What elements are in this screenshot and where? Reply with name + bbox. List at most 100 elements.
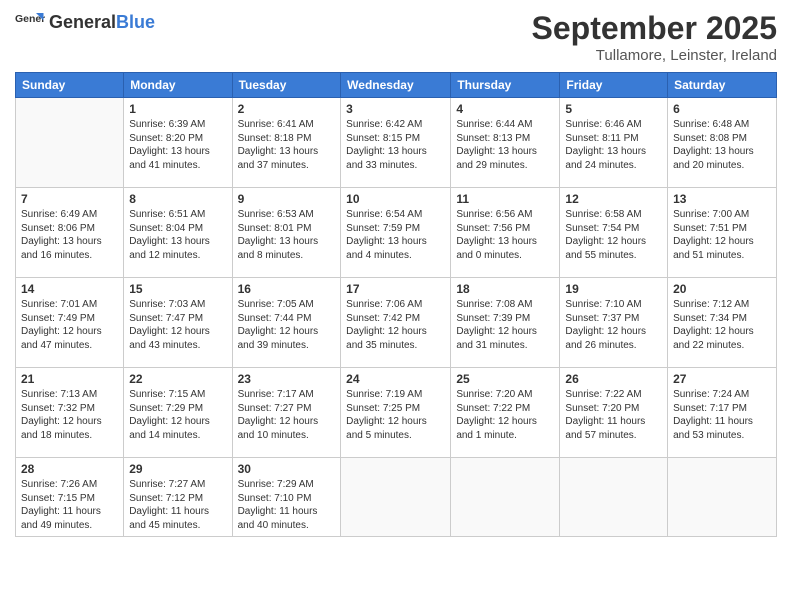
day-number: 5 [565,102,662,116]
calendar-cell [451,458,560,537]
day-info: Sunrise: 6:53 AM Sunset: 8:01 PM Dayligh… [238,208,336,262]
logo-general: General [49,12,116,32]
calendar-cell [16,98,124,188]
day-number: 3 [346,102,445,116]
logo: General GeneralBlue [15,10,155,34]
calendar-cell: 10 Sunrise: 6:54 AM Sunset: 7:59 PM Dayli… [341,188,451,278]
day-info: Sunrise: 7:20 AM Sunset: 7:22 PM Dayligh… [456,388,554,442]
day-info: Sunrise: 7:05 AM Sunset: 7:44 PM Dayligh… [238,298,336,352]
week-row-3: 14Sunrise: 7:01 AM Sunset: 7:49 PM Dayli… [16,278,777,368]
day-info: Sunrise: 7:10 AM Sunset: 7:37 PM Dayligh… [565,298,662,352]
day-info: Sunrise: 6:54 AM Sunset: 7:59 PM Dayligh… [346,208,445,262]
day-info: Sunrise: 7:12 AM Sunset: 7:34 PM Dayligh… [673,298,771,352]
day-info: Sunrise: 7:26 AM Sunset: 7:15 PM Dayligh… [21,478,118,532]
col-friday: Friday [560,73,668,98]
week-row-1: 1Sunrise: 6:39 AM Sunset: 8:20 PM Daylig… [16,98,777,188]
calendar-cell: 27 Sunrise: 7:24 AM Sunset: 7:17 PM Dayli… [668,368,777,458]
day-info: Sunrise: 6:46 AM Sunset: 8:11 PM Dayligh… [565,118,662,172]
calendar-cell: 17 Sunrise: 7:06 AM Sunset: 7:42 PM Dayli… [341,278,451,368]
day-info: Sunrise: 6:51 AM Sunset: 8:04 PM Dayligh… [129,208,226,262]
calendar-cell: 11 Sunrise: 6:56 AM Sunset: 7:56 PM Dayli… [451,188,560,278]
calendar-cell: 23 Sunrise: 7:17 AM Sunset: 7:27 PM Dayli… [232,368,341,458]
day-number: 25 [456,372,554,386]
day-info: Sunrise: 7:06 AM Sunset: 7:42 PM Dayligh… [346,298,445,352]
day-number: 21 [21,372,118,386]
col-tuesday: Tuesday [232,73,341,98]
day-info: Sunrise: 7:24 AM Sunset: 7:17 PM Dayligh… [673,388,771,442]
col-monday: Monday [124,73,232,98]
calendar-cell: 26 Sunrise: 7:22 AM Sunset: 7:20 PM Dayli… [560,368,668,458]
day-info: Sunrise: 7:13 AM Sunset: 7:32 PM Dayligh… [21,388,118,442]
day-number: 18 [456,282,554,296]
calendar-cell: 9 Sunrise: 6:53 AM Sunset: 8:01 PM Daylig… [232,188,341,278]
day-number: 23 [238,372,336,386]
week-row-5: 28 Sunrise: 7:26 AM Sunset: 7:15 PM Dayli… [16,458,777,537]
day-number: 7 [21,192,118,206]
day-number: 12 [565,192,662,206]
day-info: Sunrise: 7:00 AM Sunset: 7:51 PM Dayligh… [673,208,771,262]
day-number: 26 [565,372,662,386]
week-row-4: 21 Sunrise: 7:13 AM Sunset: 7:32 PM Dayli… [16,368,777,458]
col-saturday: Saturday [668,73,777,98]
header: General GeneralBlue September 2025 Tulla… [15,10,777,64]
day-info: Sunrise: 7:08 AM Sunset: 7:39 PM Dayligh… [456,298,554,352]
day-number: 22 [129,372,226,386]
calendar-cell: 20 Sunrise: 7:12 AM Sunset: 7:34 PM Dayli… [668,278,777,368]
day-info: Sunrise: 6:39 AM Sunset: 8:20 PM Dayligh… [129,118,226,172]
day-number: 8 [129,192,226,206]
calendar-cell: 19 Sunrise: 7:10 AM Sunset: 7:37 PM Dayli… [560,278,668,368]
day-info: Sunrise: 7:19 AM Sunset: 7:25 PM Dayligh… [346,388,445,442]
calendar-header-row: Sunday Monday Tuesday Wednesday Thursday… [16,73,777,98]
day-info: Sunrise: 6:42 AM Sunset: 8:15 PM Dayligh… [346,118,445,172]
calendar-cell [668,458,777,537]
day-info: Sunrise: 7:15 AM Sunset: 7:29 PM Dayligh… [129,388,226,442]
calendar-cell: 2 Sunrise: 6:41 AM Sunset: 8:18 PM Daylig… [232,98,341,188]
day-info: Sunrise: 6:56 AM Sunset: 7:56 PM Dayligh… [456,208,554,262]
day-number: 20 [673,282,771,296]
calendar-cell: 1Sunrise: 6:39 AM Sunset: 8:20 PM Daylig… [124,98,232,188]
day-number: 6 [673,102,771,116]
calendar-cell: 29Sunrise: 7:27 AM Sunset: 7:12 PM Dayli… [124,458,232,537]
calendar-cell: 28 Sunrise: 7:26 AM Sunset: 7:15 PM Dayli… [16,458,124,537]
day-number: 11 [456,192,554,206]
day-info: Sunrise: 7:03 AM Sunset: 7:47 PM Dayligh… [129,298,226,352]
day-info: Sunrise: 6:58 AM Sunset: 7:54 PM Dayligh… [565,208,662,262]
day-number: 9 [238,192,336,206]
calendar-cell: 8 Sunrise: 6:51 AM Sunset: 8:04 PM Daylig… [124,188,232,278]
calendar-cell: 4Sunrise: 6:44 AM Sunset: 8:13 PM Daylig… [451,98,560,188]
title-block: September 2025 Tullamore, Leinster, Irel… [532,10,777,64]
calendar-cell: 16Sunrise: 7:05 AM Sunset: 7:44 PM Dayli… [232,278,341,368]
calendar-cell: 3 Sunrise: 6:42 AM Sunset: 8:15 PM Daylig… [341,98,451,188]
calendar-cell: 30Sunrise: 7:29 AM Sunset: 7:10 PM Dayli… [232,458,341,537]
day-number: 10 [346,192,445,206]
col-thursday: Thursday [451,73,560,98]
calendar-cell: 24 Sunrise: 7:19 AM Sunset: 7:25 PM Dayli… [341,368,451,458]
day-number: 13 [673,192,771,206]
day-number: 27 [673,372,771,386]
day-number: 14 [21,282,118,296]
col-wednesday: Wednesday [341,73,451,98]
day-info: Sunrise: 6:41 AM Sunset: 8:18 PM Dayligh… [238,118,336,172]
calendar-cell: 18 Sunrise: 7:08 AM Sunset: 7:39 PM Dayli… [451,278,560,368]
day-info: Sunrise: 7:22 AM Sunset: 7:20 PM Dayligh… [565,388,662,442]
calendar-cell: 6Sunrise: 6:48 AM Sunset: 8:08 PM Daylig… [668,98,777,188]
day-number: 2 [238,102,336,116]
col-sunday: Sunday [16,73,124,98]
calendar-cell: 14Sunrise: 7:01 AM Sunset: 7:49 PM Dayli… [16,278,124,368]
day-info: Sunrise: 7:17 AM Sunset: 7:27 PM Dayligh… [238,388,336,442]
day-number: 24 [346,372,445,386]
calendar-cell: 13 Sunrise: 7:00 AM Sunset: 7:51 PM Dayli… [668,188,777,278]
calendar-cell: 12 Sunrise: 6:58 AM Sunset: 7:54 PM Dayli… [560,188,668,278]
calendar-cell [341,458,451,537]
calendar-cell [560,458,668,537]
calendar-table: Sunday Monday Tuesday Wednesday Thursday… [15,72,777,537]
day-number: 17 [346,282,445,296]
day-number: 4 [456,102,554,116]
day-number: 28 [21,462,118,476]
day-number: 19 [565,282,662,296]
calendar-cell: 5 Sunrise: 6:46 AM Sunset: 8:11 PM Daylig… [560,98,668,188]
calendar-cell: 22 Sunrise: 7:15 AM Sunset: 7:29 PM Dayli… [124,368,232,458]
calendar-cell: 21 Sunrise: 7:13 AM Sunset: 7:32 PM Dayli… [16,368,124,458]
location-title: Tullamore, Leinster, Ireland [532,47,777,64]
week-row-2: 7Sunrise: 6:49 AM Sunset: 8:06 PM Daylig… [16,188,777,278]
